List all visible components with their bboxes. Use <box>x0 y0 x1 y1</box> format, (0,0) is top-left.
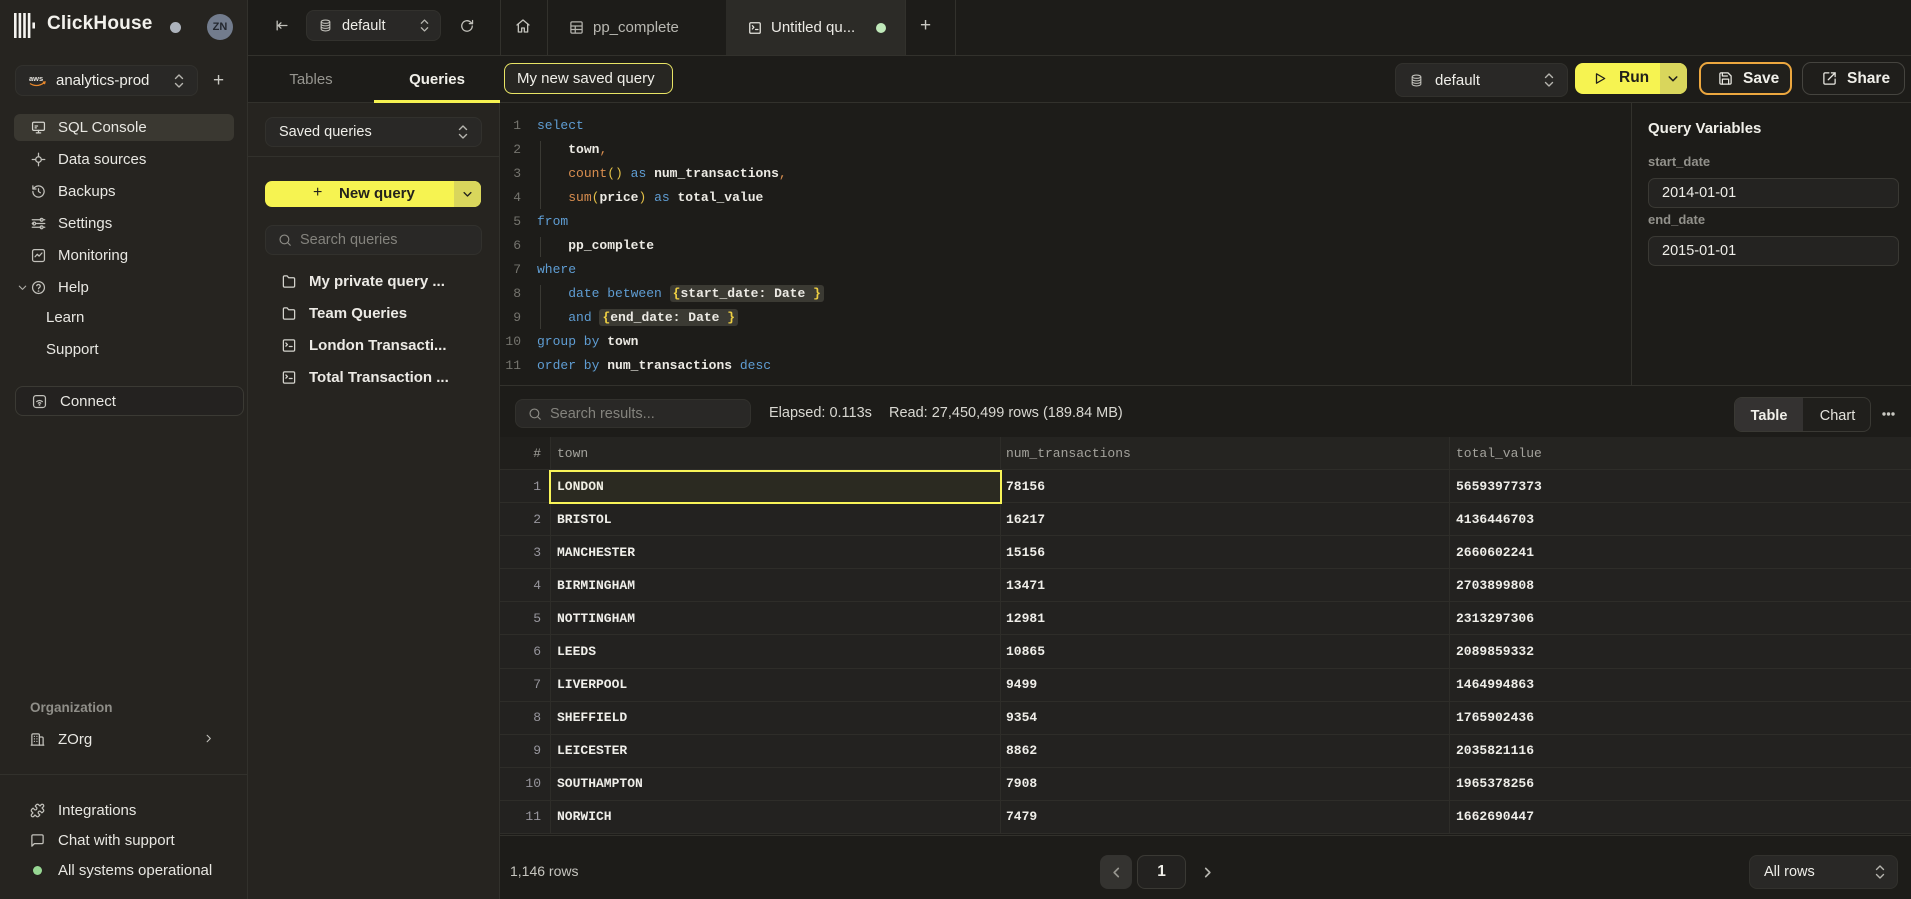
svg-text:aws: aws <box>29 74 43 83</box>
